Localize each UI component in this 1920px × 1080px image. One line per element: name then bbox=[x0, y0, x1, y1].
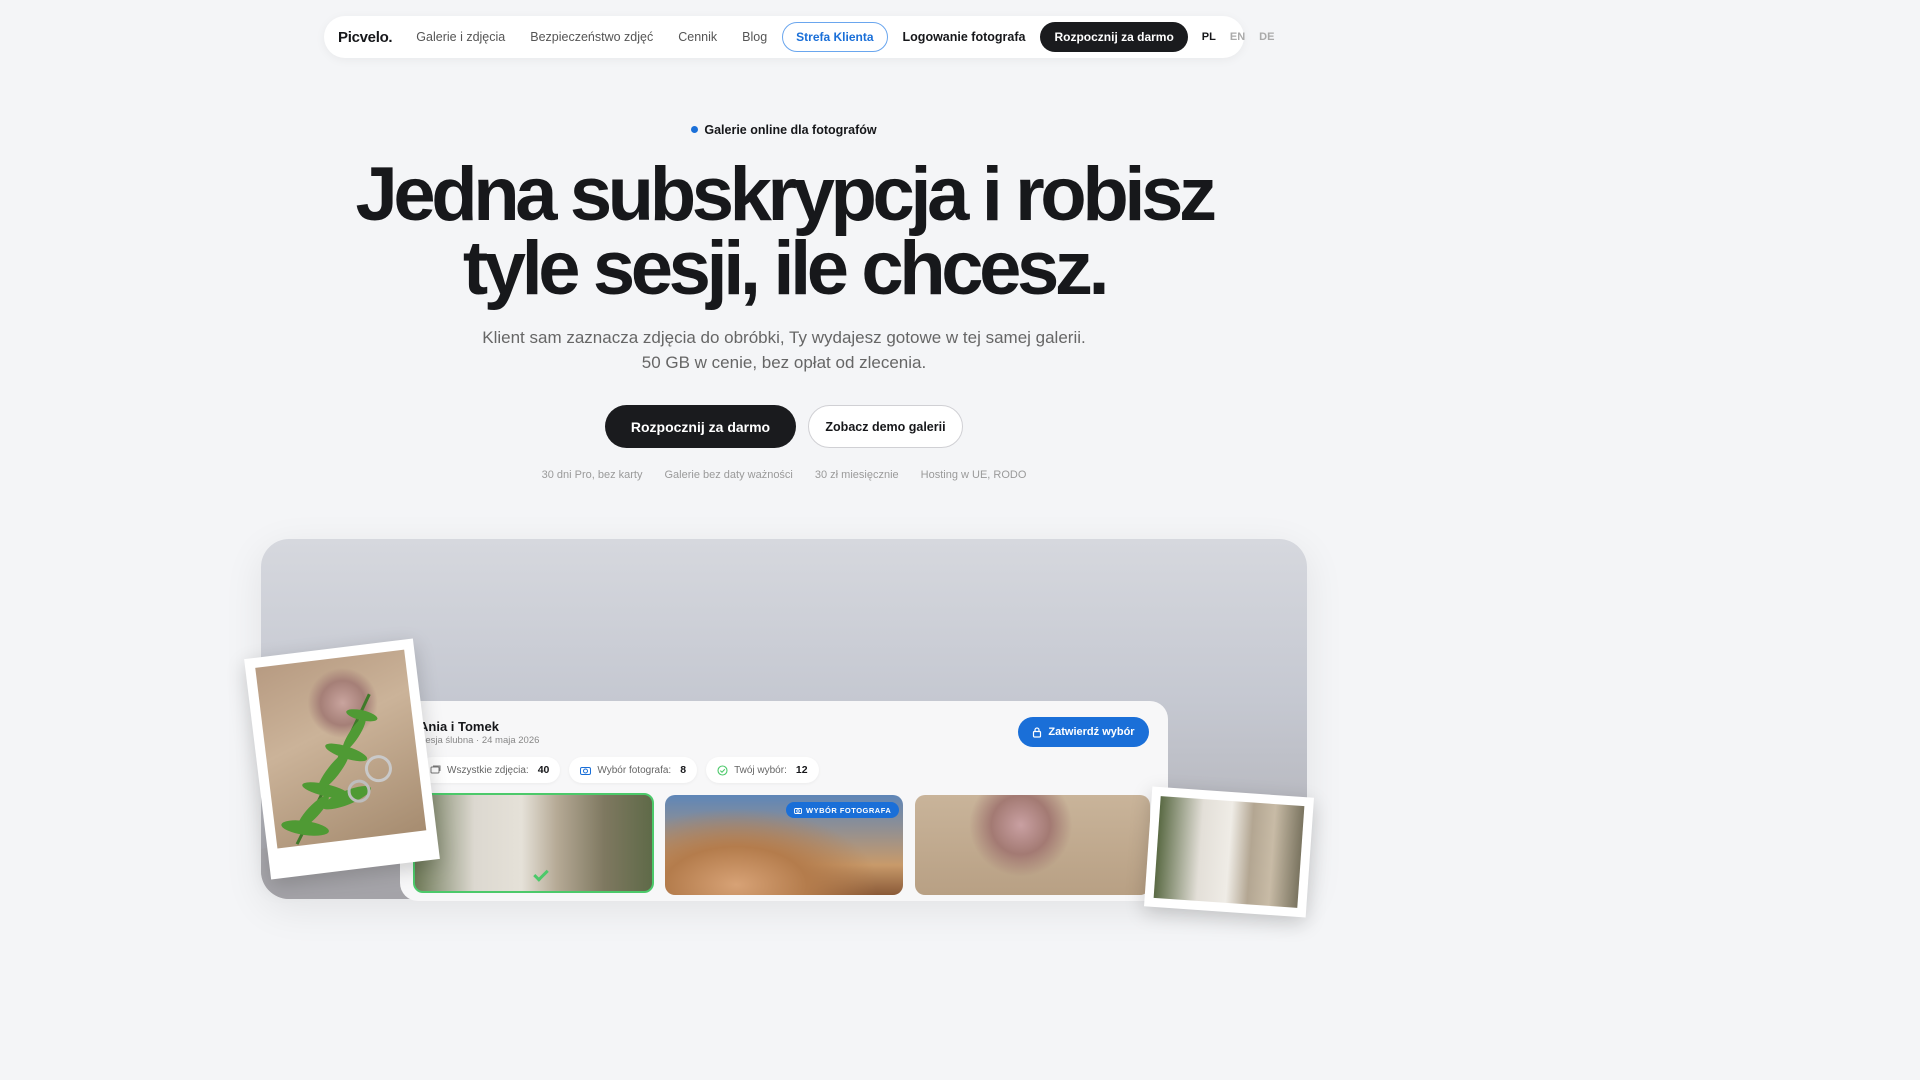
nav-link-blog[interactable]: Blog bbox=[742, 30, 767, 44]
logo[interactable]: Picvelo. bbox=[338, 29, 393, 46]
confirm-selection-button[interactable]: Zatwierdź wybór bbox=[1018, 717, 1149, 747]
lang-pl[interactable]: PL bbox=[1202, 31, 1216, 43]
blue-dot-icon bbox=[691, 126, 699, 134]
perk-item: 30 zł miesięcznie bbox=[814, 469, 899, 481]
photographer-pick-badge: WYBÓR FOTOGRAFA bbox=[786, 802, 900, 818]
hero-subtitle: Klient sam zaznacza zdjęcia do obróbki, … bbox=[0, 325, 1568, 375]
nav-link-pricing[interactable]: Cennik bbox=[678, 30, 717, 44]
lang-de[interactable]: DE bbox=[1259, 31, 1274, 43]
perk-item: Galerie bez daty ważności bbox=[664, 469, 793, 481]
fern-rings-illustration bbox=[281, 693, 392, 845]
nav-link-galleries[interactable]: Galerie i zdjęcia bbox=[416, 30, 505, 44]
filter-all-photos[interactable]: Wszystkie zdjęcia: 40 bbox=[419, 757, 561, 783]
camera-icon bbox=[794, 807, 802, 814]
lang-en[interactable]: EN bbox=[1230, 31, 1245, 43]
polaroid-photo-couple bbox=[1144, 786, 1314, 918]
perk-item: Hosting w UE, RODO bbox=[920, 469, 1027, 481]
gallery-photo-selected[interactable] bbox=[413, 793, 654, 893]
pill-count: 40 bbox=[537, 764, 550, 776]
lock-icon bbox=[1033, 726, 1042, 738]
pill-label: Wszystkie zdjęcia: bbox=[447, 764, 529, 776]
photographer-login-link[interactable]: Logowanie fotografa bbox=[903, 30, 1026, 44]
headline-line-2: tyle sesji, ile chcesz. bbox=[462, 226, 1110, 311]
pill-count: 12 bbox=[795, 764, 808, 776]
gallery-client-name: Ania i Tomek bbox=[419, 719, 499, 734]
nav-start-free-button[interactable]: Rozpocznij za darmo bbox=[1040, 22, 1188, 52]
gallery-filter-pills: Wszystkie zdjęcia: 40 Wybór fotografa: 8 T… bbox=[419, 757, 819, 783]
client-zone-button[interactable]: Strefa Klienta bbox=[782, 22, 888, 52]
rings-image bbox=[255, 649, 427, 849]
demo-gallery-button[interactable]: Zobacz demo galerii bbox=[808, 405, 963, 448]
polaroid-photo-rings bbox=[244, 638, 440, 880]
hero-headline: Jedna subskrypcja i robisz tyle sesji, i… bbox=[0, 157, 1568, 307]
confirm-label: Zatwierdź wybór bbox=[1048, 726, 1135, 738]
gallery-photo[interactable] bbox=[915, 795, 1150, 895]
pill-label: Twój wybór: bbox=[734, 764, 787, 776]
badge-label: WYBÓR FOTOGRAFA bbox=[806, 805, 892, 815]
headline-line-1: Jedna subskrypcja i robisz bbox=[355, 152, 1216, 237]
start-free-button[interactable]: Rozpocznij za darmo bbox=[605, 405, 796, 448]
pill-count: 8 bbox=[680, 764, 687, 776]
top-navbar: Picvelo. Galerie i zdjęcia Bezpieczeństw… bbox=[324, 16, 1274, 58]
perk-item: 30 dni Pro, bez karty bbox=[541, 469, 643, 481]
gallery-meta: Sesja ślubna · 24 maja 2026 bbox=[419, 735, 540, 746]
filter-your-pick[interactable]: Twój wybór: 12 bbox=[706, 757, 819, 783]
perks-list: 30 dni Pro, bez karty Galerie bez daty w… bbox=[0, 469, 1568, 481]
subtitle-line-2: 50 GB w cenie, bez opłat od zlecenia. bbox=[641, 353, 927, 372]
hero-eyebrow: Galerie online dla fotografów bbox=[0, 123, 1568, 137]
cta-row: Rozpocznij za darmo Zobacz demo galerii bbox=[0, 405, 1568, 448]
nav-link-security[interactable]: Bezpieczeństwo zdjęć bbox=[530, 30, 653, 44]
check-circle-icon bbox=[717, 764, 728, 776]
pill-label: Wybór fotografa: bbox=[597, 764, 672, 776]
couple-image bbox=[1153, 796, 1305, 908]
stack-icon bbox=[430, 765, 441, 774]
subtitle-line-1: Klient sam zaznacza zdjęcia do obróbki, … bbox=[482, 328, 1086, 347]
camera-icon bbox=[580, 767, 592, 775]
filter-photographer-pick[interactable]: Wybór fotografa: 8 bbox=[569, 757, 698, 783]
eyebrow-text: Galerie online dla fotografów bbox=[704, 123, 877, 137]
